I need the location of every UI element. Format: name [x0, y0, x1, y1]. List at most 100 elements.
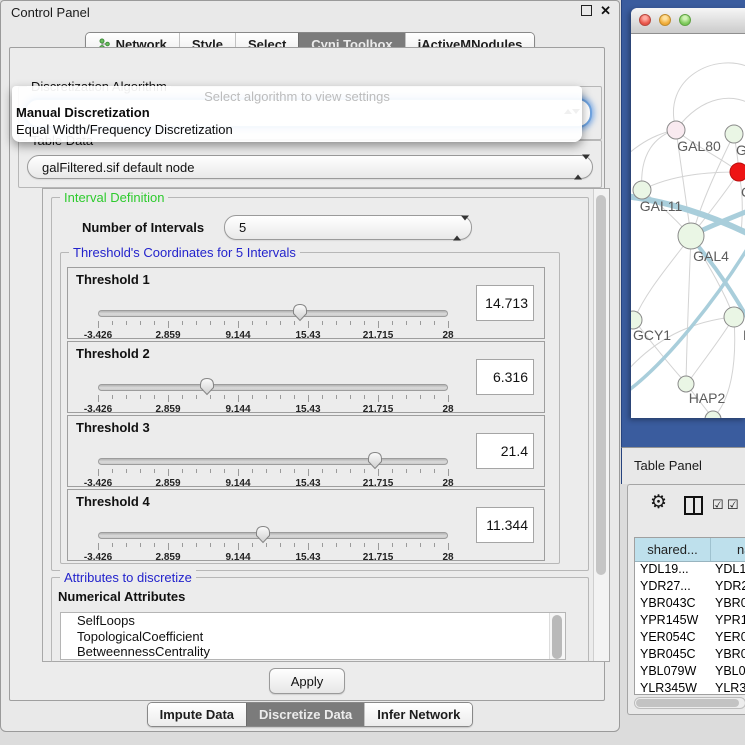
table-row[interactable]: YER054CYER0 [635, 630, 745, 647]
scrollbar-thumb[interactable] [636, 699, 739, 707]
slider-track[interactable] [98, 458, 448, 465]
table-cell[interactable]: YER0 [711, 630, 745, 647]
slider-thumb[interactable] [292, 303, 308, 322]
numerical-attributes-list[interactable]: SelfLoopsTopologicalCoefficientBetweenne… [60, 612, 566, 660]
network-window-titlebar[interactable] [631, 8, 745, 34]
table-row[interactable]: YPR145WYPR1 [635, 613, 745, 630]
threshold-slider[interactable]: -3.4262.8599.14415.4321.71528 [98, 522, 448, 560]
threshold-slider[interactable]: -3.4262.8599.14415.4321.71528 [98, 374, 448, 412]
table-cell[interactable]: YER054C [635, 630, 711, 647]
slider-track[interactable] [98, 532, 448, 539]
tab-label: Infer Network [377, 707, 460, 722]
column-header-name[interactable]: na [711, 538, 745, 561]
table-cell[interactable]: YBR0 [711, 647, 745, 664]
tick-label: 2.859 [155, 552, 180, 563]
tick [294, 543, 295, 547]
slider-thumb[interactable] [367, 451, 383, 470]
column-layout-icon[interactable] [684, 496, 703, 515]
threshold-value-input[interactable] [476, 433, 534, 469]
threshold-value-input[interactable] [476, 507, 534, 543]
network-edge [739, 174, 742, 233]
settings-vertical-scrollbar[interactable] [593, 189, 609, 661]
table-cell[interactable]: YBL079W [635, 664, 711, 681]
network-node-label: GAL4 [693, 248, 729, 264]
table-cell[interactable]: YDR27... [635, 579, 711, 596]
table-cell[interactable]: YBL0 [711, 664, 745, 681]
attributes-list-scrollbar[interactable] [549, 613, 565, 659]
tick-label: 21.715 [363, 330, 394, 341]
network-edge [642, 130, 675, 190]
threshold-slider[interactable]: -3.4262.8599.14415.4321.71528 [98, 448, 448, 486]
tick [154, 469, 155, 473]
tick [392, 321, 393, 325]
network-node[interactable] [667, 121, 685, 139]
checkbox-icon[interactable]: ☑ [712, 498, 724, 511]
attributes-group-title: Attributes to discretize [60, 570, 196, 585]
threshold-panel: Threshold 1-3.4262.8599.14415.4321.71528 [67, 267, 545, 339]
table-row[interactable]: YBL079WYBL0 [635, 664, 745, 681]
table-row[interactable]: YBR045CYBR0 [635, 647, 745, 664]
gear-icon[interactable]: ⚙ [650, 493, 667, 512]
float-window-icon[interactable] [581, 5, 592, 16]
table-data-combobox[interactable]: galFiltered.sif default node [27, 155, 593, 179]
attribute-list-item[interactable]: TopologicalCoefficient [61, 629, 565, 645]
tab-discretize-data[interactable]: Discretize Data [246, 703, 364, 726]
settings-scroll-area: Interval Definition Number of Intervals … [42, 188, 610, 662]
network-node[interactable] [678, 223, 704, 249]
table-cell[interactable]: YDR2 [711, 579, 745, 596]
network-node[interactable] [724, 307, 744, 327]
tick [168, 469, 169, 476]
tick [238, 321, 239, 328]
slider-thumb[interactable] [199, 377, 215, 396]
table-cell[interactable]: YLR345W [635, 681, 711, 695]
attribute-list-item[interactable]: SelfLoops [61, 613, 565, 629]
network-node[interactable] [725, 125, 743, 143]
close-icon[interactable]: ✕ [600, 5, 611, 16]
table-panel-titlebar[interactable]: Table Panel [621, 447, 745, 484]
table-cell[interactable]: YPR145W [635, 613, 711, 630]
table-cell[interactable]: YBR043C [635, 596, 711, 613]
table-cell[interactable]: YBR045C [635, 647, 711, 664]
tick [350, 395, 351, 399]
table-cell[interactable]: YDL19... [635, 562, 711, 579]
column-header-shared-name[interactable]: shared... [635, 538, 711, 561]
table-header-row: shared... na [635, 538, 745, 562]
threshold-value-input[interactable] [476, 285, 534, 321]
table-horizontal-scrollbar[interactable] [634, 697, 745, 709]
tick [336, 321, 337, 325]
threshold-value-input[interactable] [476, 359, 534, 395]
threshold-slider[interactable]: -3.4262.8599.14415.4321.71528 [98, 300, 448, 338]
table-row[interactable]: YLR345WYLR3 [635, 681, 745, 695]
network-view-window[interactable]: GAL80GACGAL11GAL4GCY1HHAP2 [631, 8, 745, 418]
network-canvas[interactable]: GAL80GACGAL11GAL4GCY1HHAP2 [631, 33, 745, 418]
dropdown-option-equal-width[interactable]: Equal Width/Frequency Discretization [16, 122, 233, 137]
dropdown-option-manual-discretization[interactable]: Manual Discretization [16, 105, 150, 120]
scrollbar-thumb[interactable] [596, 195, 606, 575]
zoom-traffic-light-icon[interactable] [679, 14, 691, 26]
tick [126, 469, 127, 473]
slider-thumb[interactable] [255, 525, 271, 544]
tab-impute-data[interactable]: Impute Data [148, 703, 246, 726]
scrollbar-thumb[interactable] [552, 615, 562, 659]
tick [322, 469, 323, 473]
tab-infer-network[interactable]: Infer Network [364, 703, 472, 726]
table-row[interactable]: YDR27...YDR2 [635, 579, 745, 596]
table-row[interactable]: YDL19...YDL1 [635, 562, 745, 579]
number-of-intervals-combobox[interactable]: 5 [224, 215, 472, 240]
attribute-list-item[interactable]: BetweennessCentrality [61, 644, 565, 660]
table-cell[interactable]: YLR3 [711, 681, 745, 695]
apply-button[interactable]: Apply [269, 668, 345, 694]
table-cell[interactable]: YBR0 [711, 596, 745, 613]
table-cell[interactable]: YPR1 [711, 613, 745, 630]
checkbox-icon[interactable]: ☑ [727, 498, 739, 511]
network-node[interactable] [730, 163, 745, 181]
slider-track[interactable] [98, 310, 448, 317]
table-cell[interactable]: YDL1 [711, 562, 745, 579]
close-traffic-light-icon[interactable] [639, 14, 651, 26]
table-row[interactable]: YBR043CYBR0 [635, 596, 745, 613]
tick [406, 469, 407, 473]
control-panel-titlebar[interactable]: Control Panel ✕ [1, 1, 619, 23]
minimize-traffic-light-icon[interactable] [659, 14, 671, 26]
network-node[interactable] [633, 181, 651, 199]
slider-track[interactable] [98, 384, 448, 391]
